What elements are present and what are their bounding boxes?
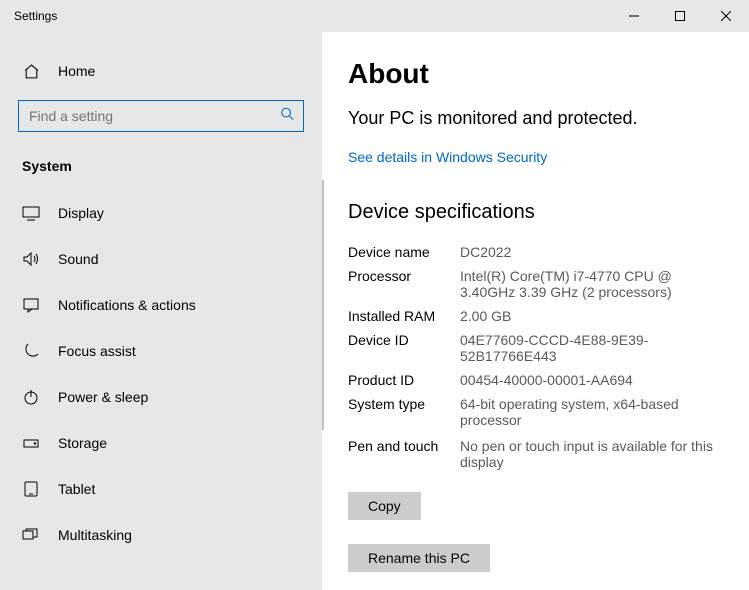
sidebar-item-label: Multitasking (58, 527, 132, 543)
multitasking-icon (22, 526, 40, 544)
sidebar-item-display[interactable]: Display (0, 190, 322, 236)
sidebar-item-label: Display (58, 205, 104, 221)
sidebar-item-sound[interactable]: Sound (0, 236, 322, 282)
sidebar-item-label: Power & sleep (58, 389, 148, 405)
sidebar-section-label: System (0, 150, 322, 190)
content-area: About Your PC is monitored and protected… (322, 32, 749, 590)
maximize-button[interactable] (657, 0, 703, 32)
spec-row-device-id: Device ID 04E77609-CCCD-4E88-9E39-52B177… (348, 332, 729, 364)
sidebar-item-storage[interactable]: Storage (0, 420, 322, 466)
spec-label: Device ID (348, 332, 460, 364)
sidebar-item-label: Notifications & actions (58, 297, 196, 313)
spec-label: Pen and touch (348, 438, 460, 470)
sound-icon (22, 250, 40, 268)
protection-status: Your PC is monitored and protected. (348, 108, 729, 129)
spec-value: DC2022 (460, 244, 729, 260)
titlebar: Settings (0, 0, 749, 32)
spec-label: Processor (348, 268, 460, 300)
spec-row-ram: Installed RAM 2.00 GB (348, 308, 729, 324)
spec-row-system-type: System type 64-bit operating system, x64… (348, 396, 729, 428)
display-icon (22, 204, 40, 222)
sidebar-item-focus[interactable]: Focus assist (0, 328, 322, 374)
home-label: Home (58, 63, 95, 79)
storage-icon (22, 434, 40, 452)
search-container (18, 100, 304, 132)
minimize-button[interactable] (611, 0, 657, 32)
sidebar-item-power[interactable]: Power & sleep (0, 374, 322, 420)
focus-assist-icon (22, 342, 40, 360)
copy-button[interactable]: Copy (348, 492, 421, 520)
home-icon (22, 62, 40, 80)
sidebar-item-label: Storage (58, 435, 107, 451)
close-button[interactable] (703, 0, 749, 32)
spec-label: Device name (348, 244, 460, 260)
search-input[interactable] (18, 100, 304, 132)
notifications-icon (22, 296, 40, 314)
page-title: About (348, 58, 729, 90)
sidebar-item-label: Focus assist (58, 343, 136, 359)
spec-row-device-name: Device name DC2022 (348, 244, 729, 260)
spec-row-processor: Processor Intel(R) Core(TM) i7-4770 CPU … (348, 268, 729, 300)
spec-label: Product ID (348, 372, 460, 388)
spec-label: Installed RAM (348, 308, 460, 324)
spec-row-pen-touch: Pen and touch No pen or touch input is a… (348, 438, 729, 470)
window-title: Settings (0, 9, 57, 23)
tablet-icon (22, 480, 40, 498)
spec-value: 00454-40000-00001-AA694 (460, 372, 729, 388)
sidebar-item-tablet[interactable]: Tablet (0, 466, 322, 512)
spec-value: 64-bit operating system, x64-based proce… (460, 396, 729, 428)
spec-label: System type (348, 396, 460, 428)
sidebar-item-label: Tablet (58, 481, 95, 497)
spec-value: 04E77609-CCCD-4E88-9E39-52B17766E443 (460, 332, 729, 364)
sidebar-item-label: Sound (58, 251, 98, 267)
rename-pc-button[interactable]: Rename this PC (348, 544, 490, 572)
spec-value: No pen or touch input is available for t… (460, 438, 729, 470)
spec-value: Intel(R) Core(TM) i7-4770 CPU @ 3.40GHz … (460, 268, 729, 300)
power-icon (22, 388, 40, 406)
security-link[interactable]: See details in Windows Security (348, 149, 729, 165)
spec-value: 2.00 GB (460, 308, 729, 324)
spec-row-product-id: Product ID 00454-40000-00001-AA694 (348, 372, 729, 388)
sidebar-item-notifications[interactable]: Notifications & actions (0, 282, 322, 328)
home-nav[interactable]: Home (0, 52, 322, 90)
sidebar-item-multitasking[interactable]: Multitasking (0, 512, 322, 558)
device-spec-heading: Device specifications (348, 201, 729, 224)
sidebar: Home System Display Sound (0, 32, 322, 590)
